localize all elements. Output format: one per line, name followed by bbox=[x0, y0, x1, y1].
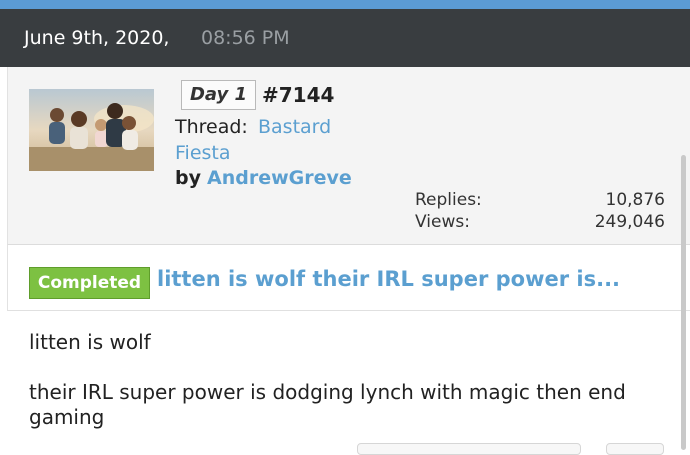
by-label: by bbox=[175, 167, 201, 189]
thread-prefix-badge[interactable]: Day 1 bbox=[181, 80, 256, 110]
thread-thumbnail[interactable] bbox=[29, 89, 154, 171]
post-title-bar: Completed litten is wolf their IRL super… bbox=[7, 245, 690, 311]
scrollbar[interactable] bbox=[681, 155, 686, 450]
replies-count: 10,876 bbox=[605, 190, 665, 210]
author-link[interactable]: AndrewGreve bbox=[207, 167, 352, 189]
post-text-line: litten is wolf bbox=[29, 330, 151, 354]
post-body: litten is wolf their IRL super power is … bbox=[29, 330, 669, 430]
post-title-link[interactable]: litten is wolf their IRL super power is.… bbox=[157, 267, 620, 291]
thread-info-panel: Day 1 #7144 Thread: Bastard Fiesta by An… bbox=[7, 67, 690, 245]
thread-number[interactable]: #7144 bbox=[262, 83, 334, 107]
views-label: Views: bbox=[415, 212, 470, 232]
views-count: 249,046 bbox=[594, 212, 665, 232]
top-accent-strip bbox=[0, 0, 690, 9]
post-action-button[interactable] bbox=[357, 443, 581, 455]
thread-label: Thread: bbox=[175, 116, 248, 138]
thread-title-link[interactable]: Bastard bbox=[258, 116, 331, 138]
post-date: June 9th, 2020, bbox=[24, 27, 170, 49]
family-photo-image bbox=[29, 89, 154, 171]
thread-title-link-continued[interactable]: Fiesta bbox=[175, 142, 231, 164]
post-time: 08:56 PM bbox=[201, 27, 290, 49]
post-text-paragraph: their IRL super power is dodging lynch w… bbox=[29, 380, 626, 429]
post-date-header: June 9th, 2020, 08:56 PM bbox=[0, 9, 690, 67]
post-action-small-button[interactable] bbox=[606, 443, 664, 455]
status-badge: Completed bbox=[29, 267, 150, 299]
replies-label: Replies: bbox=[415, 190, 482, 210]
